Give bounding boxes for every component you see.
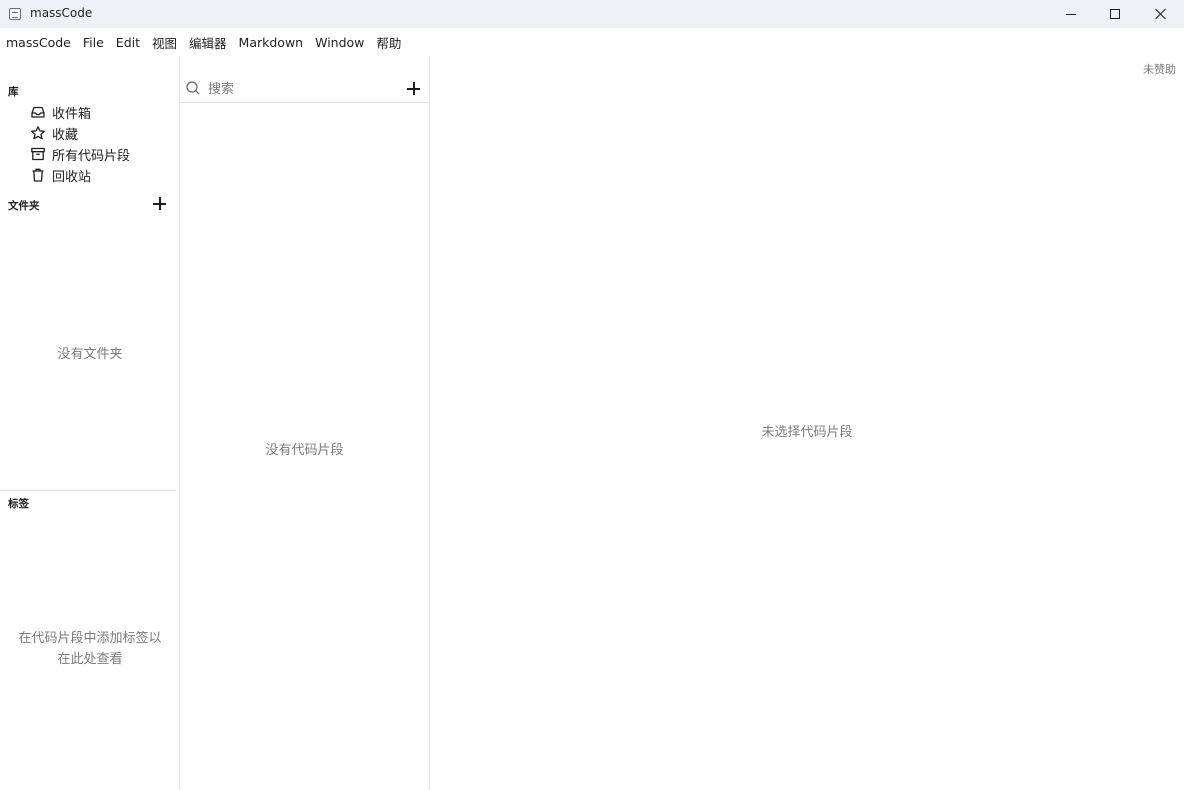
search-bar: [180, 76, 429, 103]
window-title: massCode: [30, 6, 93, 20]
menu-file[interactable]: File: [83, 35, 104, 50]
minimize-icon: [1066, 13, 1076, 15]
star-icon: [30, 125, 46, 141]
maximize-button[interactable]: [1092, 0, 1138, 28]
maximize-icon: [1110, 9, 1120, 19]
sidebar-item-label: 收藏: [52, 127, 79, 143]
title-bar: massCode: [0, 0, 1184, 28]
close-icon: [1155, 8, 1167, 20]
tags-empty-line-2: 在此处查看: [57, 652, 123, 667]
sponsor-status[interactable]: 未赞助: [1143, 61, 1176, 77]
sidebar-item-inbox[interactable]: 收件箱: [30, 102, 91, 122]
menu-view[interactable]: 视图: [152, 33, 177, 52]
search-icon: [185, 80, 201, 96]
menu-editor[interactable]: 编辑器: [189, 33, 227, 52]
sidebar: 库 收件箱 收藏 所有代码片段 回收站 文件夹 没有文件夹 标签 在代码片段中添…: [0, 56, 180, 790]
folders-title: 文件夹: [8, 200, 40, 212]
inbox-icon: [30, 104, 46, 120]
sidebar-divider: [0, 490, 176, 491]
add-snippet-button[interactable]: [407, 82, 421, 96]
sidebar-item-label: 收件箱: [52, 106, 92, 122]
sidebar-item-trash[interactable]: 回收站: [30, 165, 91, 185]
library-title: 库: [8, 86, 19, 98]
minimize-button[interactable]: [1048, 0, 1094, 28]
snippet-list: 没有代码片段: [180, 56, 430, 790]
tags-title: 标签: [8, 498, 29, 510]
sidebar-item-label: 所有代码片段: [52, 148, 131, 164]
editor-empty-text: 未选择代码片段: [761, 425, 853, 440]
archive-icon: [30, 146, 46, 162]
tags-empty-line-1: 在代码片段中添加标签以: [18, 631, 162, 646]
add-folder-button[interactable]: [153, 197, 167, 211]
menu-window[interactable]: Window: [315, 35, 364, 50]
sidebar-item-favorites[interactable]: 收藏: [30, 123, 78, 143]
menu-markdown[interactable]: Markdown: [239, 35, 304, 50]
close-button[interactable]: [1138, 0, 1184, 28]
sidebar-item-all-snippets[interactable]: 所有代码片段: [30, 144, 130, 164]
menu-help[interactable]: 帮助: [376, 33, 401, 52]
editor-pane: 未赞助 未选择代码片段: [430, 56, 1184, 790]
menu-edit[interactable]: Edit: [116, 35, 140, 50]
sidebar-item-label: 回收站: [52, 169, 92, 185]
folders-empty-text: 没有文件夹: [57, 347, 123, 362]
tags-empty-text: 在代码片段中添加标签以 在此处查看: [0, 628, 180, 670]
snippets-empty-text: 没有代码片段: [265, 443, 344, 458]
app-logo-icon: [9, 8, 21, 20]
menu-bar: massCode File Edit 视图 编辑器 Markdown Windo…: [0, 28, 1184, 56]
menu-masscode[interactable]: massCode: [6, 35, 71, 50]
search-input[interactable]: [208, 79, 398, 99]
trash-icon: [30, 167, 46, 183]
